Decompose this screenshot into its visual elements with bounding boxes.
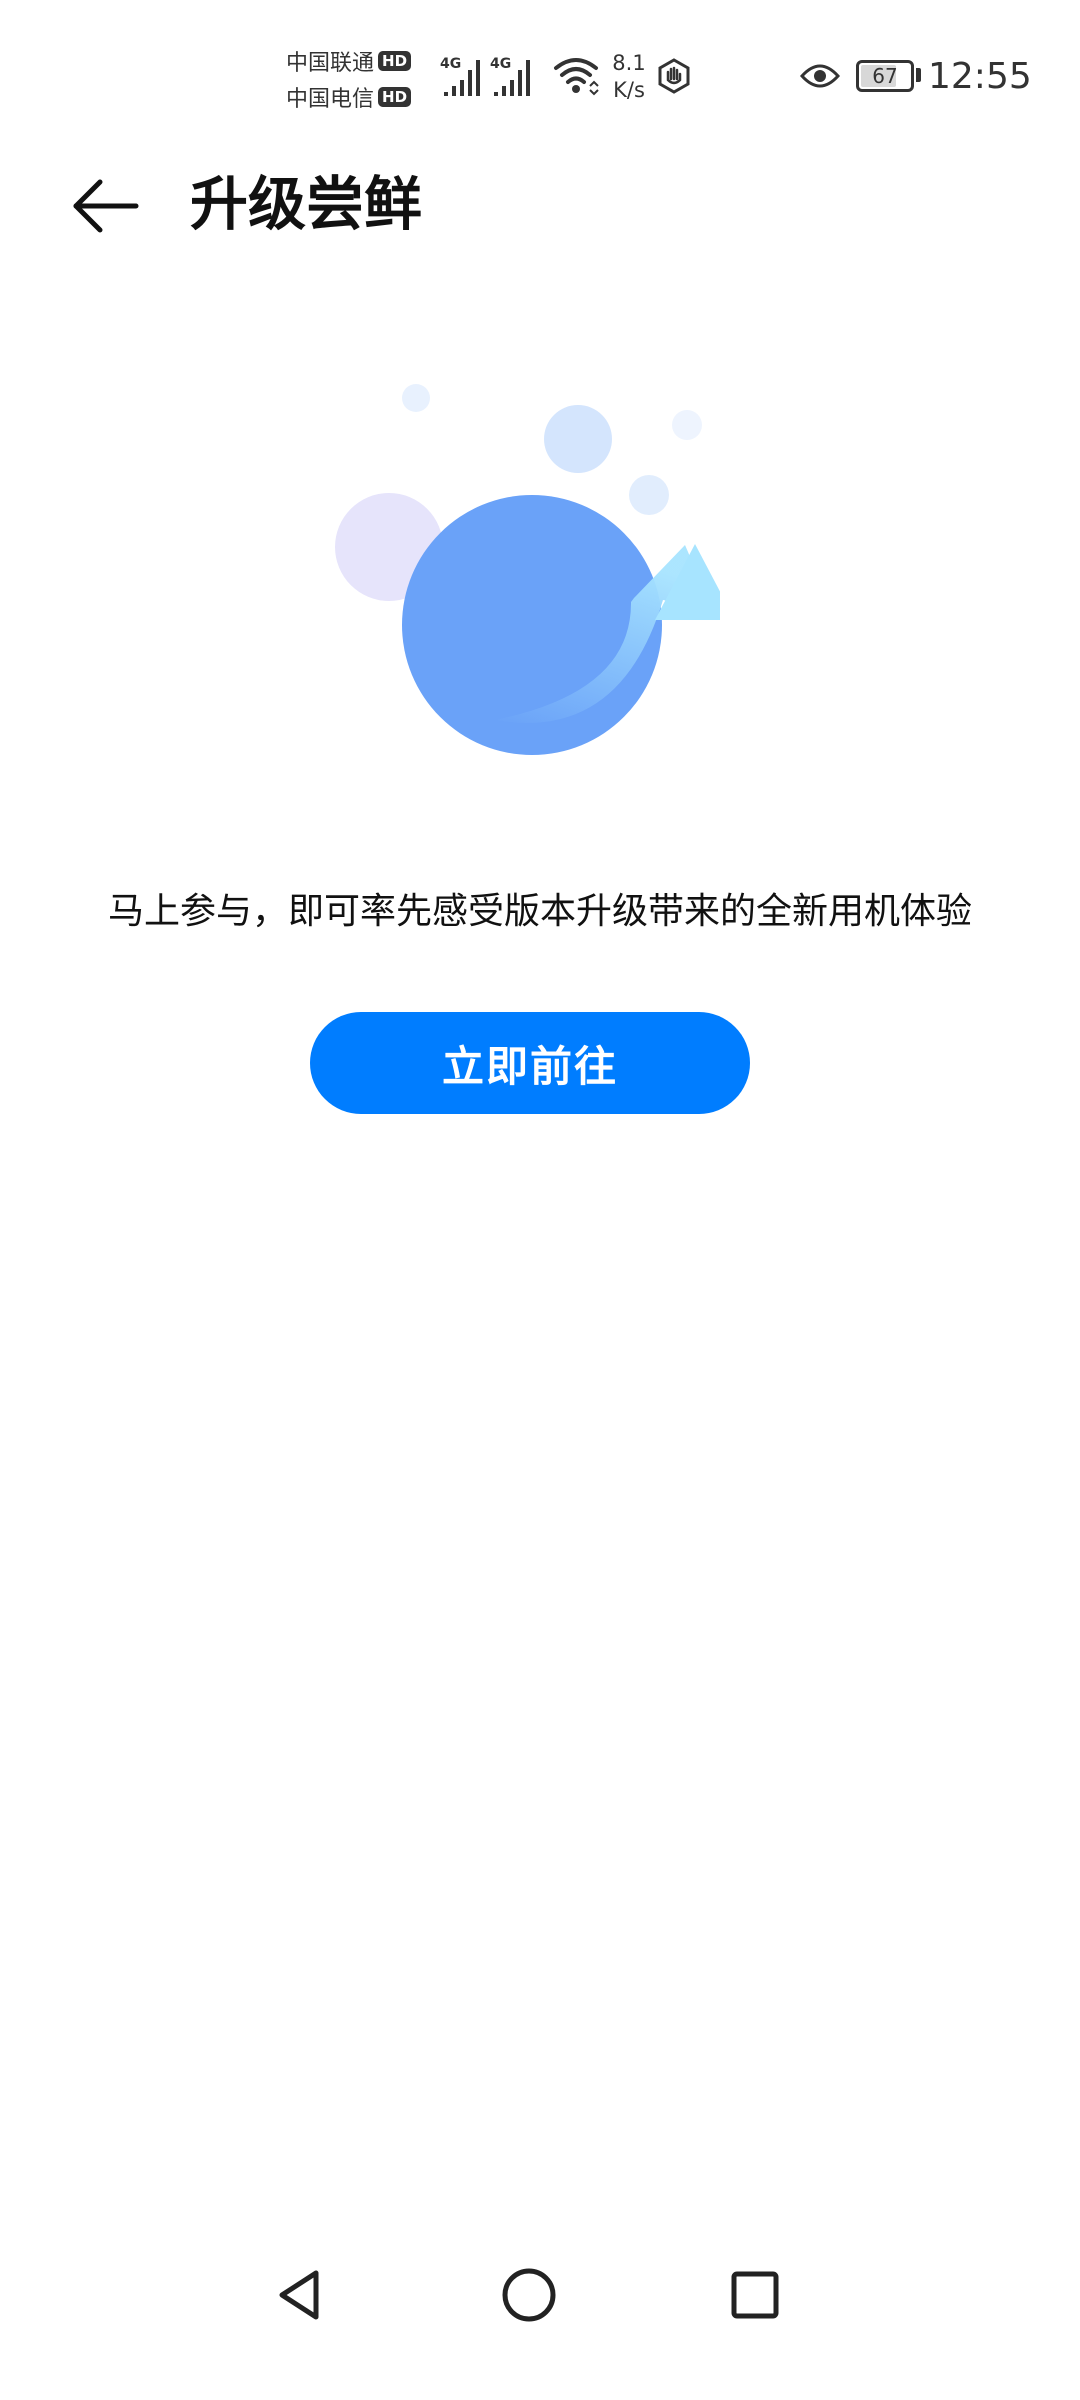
nav-home-button[interactable] (474, 2240, 584, 2350)
battery-icon: 67 (856, 60, 914, 92)
back-button[interactable] (64, 166, 144, 246)
navigation-bar (0, 2240, 1080, 2350)
hand-icon (658, 58, 690, 94)
speed-unit: K/s (613, 78, 645, 102)
battery-level: 67 (872, 64, 898, 88)
status-bar: 中国联通 HD 中国电信 HD 4G 4G 8.1 K/s 67 12:55 (0, 0, 1080, 120)
carrier-row-1: 中国联通 HD (286, 44, 430, 78)
hd-badge-2: HD (378, 87, 412, 107)
battery-tip (916, 68, 921, 82)
wifi-icon (554, 58, 599, 96)
nav-back-button[interactable] (247, 2240, 357, 2350)
carrier-row-2: 中国电信 HD (286, 80, 430, 114)
circle-home-icon (502, 2268, 556, 2322)
page-title: 升级尝鲜 (190, 170, 423, 238)
speed-value: 8.1 (612, 51, 646, 75)
description-text: 马上参与，即可率先感受版本升级带来的全新用机体验 (107, 891, 972, 932)
triangle-back-icon (279, 2270, 319, 2320)
go-now-button[interactable]: 立即前往 (310, 1012, 750, 1114)
square-recents-icon (731, 2271, 779, 2319)
network-speed: 8.1 K/s (604, 50, 654, 104)
bubble-4 (629, 475, 669, 515)
bubble-1 (402, 384, 430, 412)
bubble-3 (672, 410, 702, 440)
clock: 12:55 (928, 56, 1032, 97)
carrier-name-1: 中国联通 (286, 51, 375, 76)
arrow-left-icon (73, 179, 139, 233)
carrier-name-2: 中国电信 (286, 87, 375, 112)
screen: 中国联通 HD 中国电信 HD 4G 4G 8.1 K/s 67 12:55 升… (0, 0, 1080, 2400)
hd-badge-1: HD (378, 51, 412, 71)
nav-recents-button[interactable] (700, 2240, 810, 2350)
eye-icon (800, 64, 840, 88)
bubble-2 (544, 405, 612, 473)
carrier-info: 中国联通 HD 中国电信 HD (286, 44, 430, 116)
upgrade-arrow-illustration (335, 384, 720, 755)
